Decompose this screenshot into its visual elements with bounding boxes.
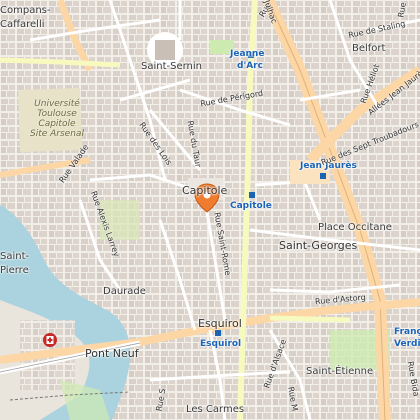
label-saint: Saint- bbox=[0, 251, 30, 262]
label-daurade: Daurade bbox=[103, 286, 146, 297]
metro-capitole-icon bbox=[249, 192, 255, 198]
map-viewport[interactable]: Compans- Caffarelli Saint-Sernin Jeanne … bbox=[0, 0, 420, 420]
label-compans: Compans- bbox=[0, 5, 51, 16]
metro-jean-jaures-icon bbox=[320, 173, 326, 179]
metro-esquirol-icon bbox=[215, 330, 221, 336]
label-caffarelli: Caffarelli bbox=[0, 19, 45, 30]
label-capitole-top: Capitole bbox=[182, 184, 228, 197]
hospital-cross-icon bbox=[43, 333, 57, 347]
label-darc: d'Arc bbox=[237, 61, 263, 71]
label-esquirol-metro: Esquirol bbox=[200, 339, 242, 349]
label-capitole-metro: Capitole bbox=[230, 201, 272, 211]
label-saint-sernin: Saint-Sernin bbox=[141, 61, 203, 72]
label-verdier: Verdi bbox=[394, 339, 420, 349]
label-pierre: Pierre bbox=[0, 265, 29, 276]
label-francois: Franço bbox=[394, 327, 420, 337]
label-les-carmes: Les Carmes bbox=[186, 404, 245, 415]
label-place-occitane: Place Occitane bbox=[318, 222, 392, 233]
label-saint-georges: Saint-Georges bbox=[279, 239, 358, 252]
label-jeanne: Jeanne bbox=[230, 49, 265, 59]
map-layer bbox=[0, 0, 420, 420]
label-saint-etienne: Saint-Étienne bbox=[306, 366, 374, 377]
label-esquirol-place: Esquirol bbox=[198, 317, 242, 330]
rue-de-metz-east bbox=[269, 315, 351, 323]
label-university: Université Toulouse Capitole Site Arsena… bbox=[30, 99, 84, 139]
saint-sernin-basilica bbox=[155, 40, 175, 60]
label-belfort: Belfort bbox=[352, 43, 386, 54]
label-pont-neuf: Pont Neuf bbox=[85, 347, 139, 360]
